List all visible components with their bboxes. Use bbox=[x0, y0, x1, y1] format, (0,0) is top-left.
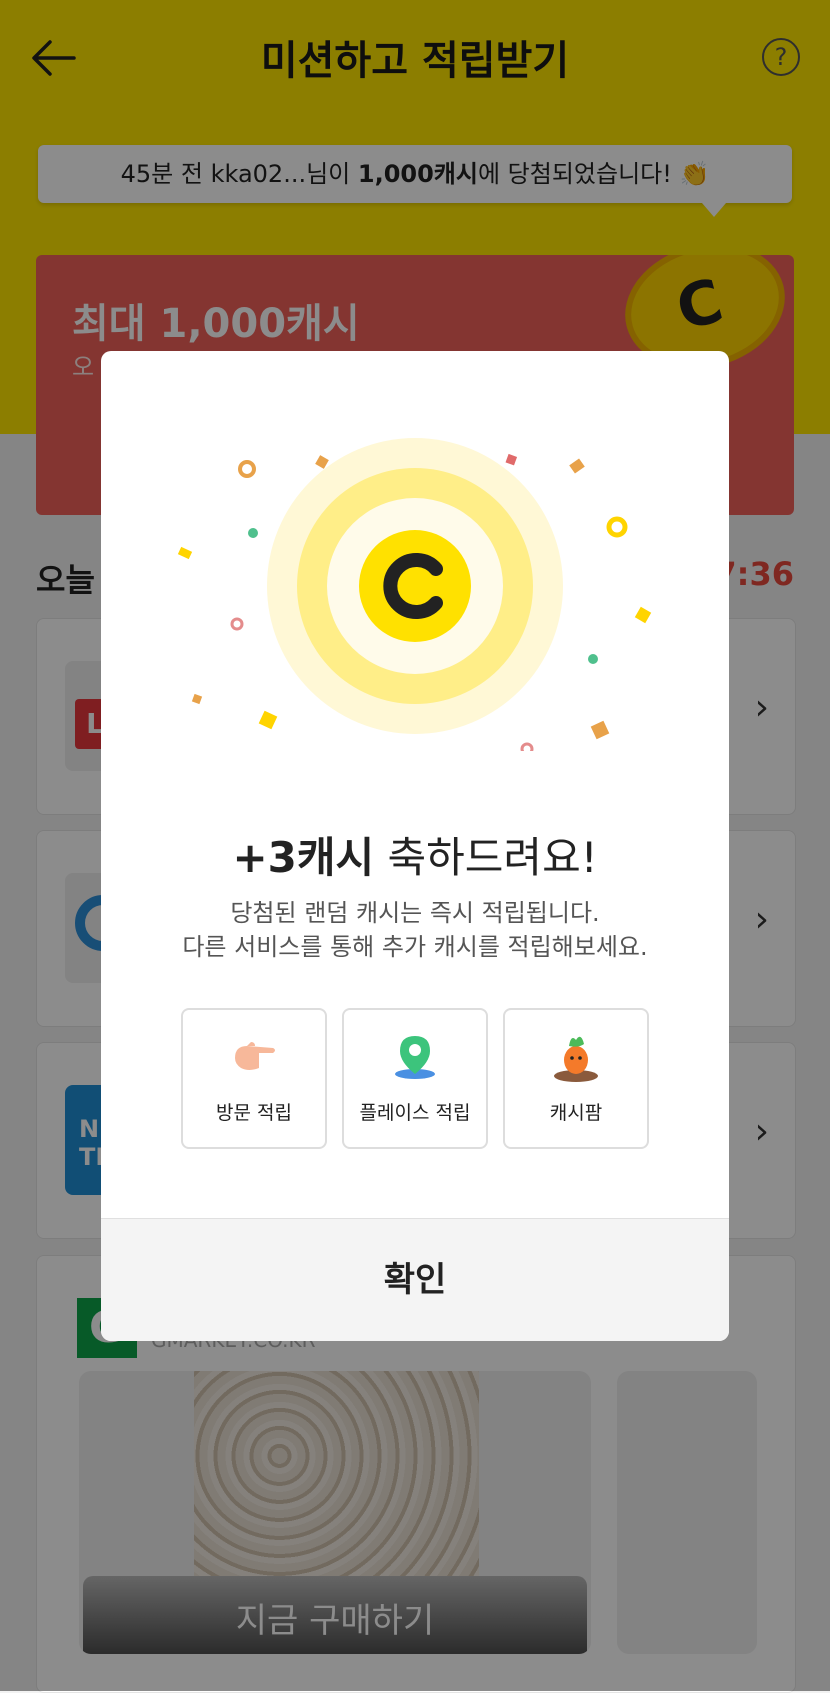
reward-amount: +3캐시 bbox=[232, 833, 375, 882]
reward-congrats: 축하드려요! bbox=[374, 833, 598, 882]
carrot-icon bbox=[554, 1036, 598, 1082]
pointing-hand-icon bbox=[235, 1042, 275, 1070]
option-label: 방문 적립 bbox=[216, 1102, 292, 1124]
reward-title: +3캐시 축하드려요! bbox=[101, 824, 729, 885]
option-visit-cash[interactable]: 방문 적립 bbox=[181, 1008, 327, 1149]
option-label: 플레이스 적립 bbox=[359, 1102, 471, 1124]
confirm-button[interactable]: 확인 bbox=[101, 1218, 729, 1341]
option-label: 캐시팜 bbox=[549, 1102, 603, 1124]
option-cash-farm[interactable]: 캐시팜 bbox=[503, 1008, 649, 1149]
reward-desc-line1: 당첨된 랜덤 캐시는 즉시 적립됩니다. bbox=[230, 899, 600, 927]
option-place-cash[interactable]: 플레이스 적립 bbox=[342, 1008, 488, 1149]
reward-description: 당첨된 랜덤 캐시는 즉시 적립됩니다. 다른 서비스를 통해 추가 캐시를 적… bbox=[101, 896, 729, 964]
coin-burst-icon bbox=[177, 438, 652, 751]
map-pin-icon bbox=[395, 1036, 435, 1079]
reward-modal: C +3캐시 축하드려요! 당첨된 랜덤 캐시는 즉시 적립됩니다. 다른 서비… bbox=[101, 351, 729, 1341]
reward-desc-line2: 다른 서비스를 통해 추가 캐시를 적립해보세요. bbox=[182, 933, 648, 961]
